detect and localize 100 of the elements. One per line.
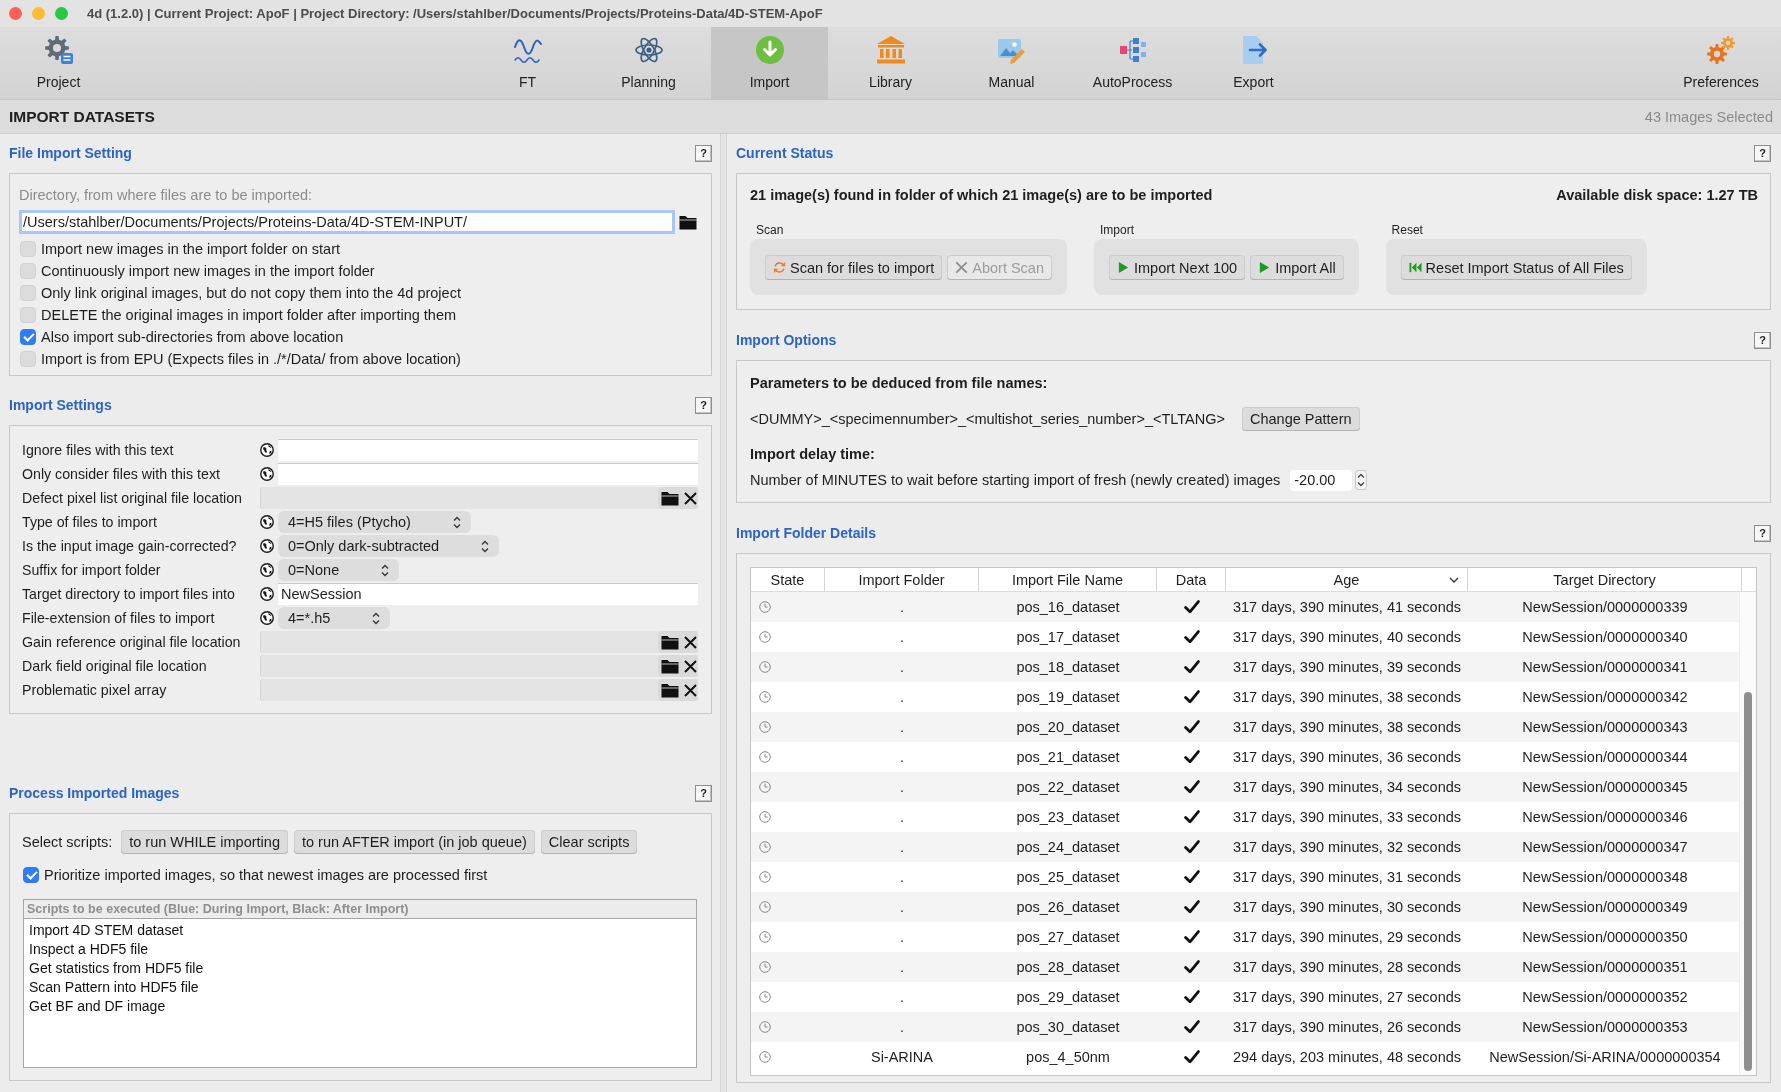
- toolbar-tab[interactable]: Project: [0, 27, 117, 99]
- folder-icon[interactable]: [661, 658, 679, 674]
- clear-scripts-button[interactable]: Clear scripts: [540, 829, 638, 854]
- updown-chevron-icon: [372, 611, 381, 625]
- close-icon[interactable]: [684, 683, 697, 697]
- number-field[interactable]: -20.00: [1290, 469, 1353, 491]
- table-cell-text: .: [899, 658, 905, 677]
- option-heading: Import delay time:: [750, 445, 876, 464]
- file-path-field[interactable]: [260, 631, 698, 653]
- list-item[interactable]: Get BF and DF image: [29, 997, 691, 1016]
- file-path-field[interactable]: [260, 487, 698, 509]
- table-cell-text: 317 days, 390 minutes, 29 seconds: [1231, 928, 1463, 947]
- table-cell-text: pos_24_dataset: [1015, 838, 1121, 857]
- clock-icon: [759, 871, 771, 883]
- toolbar-tab[interactable]: Export: [1195, 27, 1312, 99]
- path-field[interactable]: /Users/stahlber/Documents/Projects/Proteins-Data/4D-STEM-INPUT/: [19, 210, 675, 234]
- help-button[interactable]: ?: [695, 144, 712, 162]
- toolbar-tab[interactable]: Planning: [590, 27, 707, 99]
- table-cell-text: pos_27_dataset: [1015, 928, 1121, 947]
- gears-icon: [1706, 35, 1736, 65]
- folder-icon[interactable]: [661, 682, 679, 698]
- table-cell-text: NewSession/Si-ARINA/0000000354: [1488, 1048, 1722, 1067]
- column-header[interactable]: Import File Name: [979, 568, 1157, 591]
- folder-icon[interactable]: [661, 634, 679, 650]
- text-field[interactable]: NewSession: [278, 583, 698, 605]
- updown-chevron-icon: [381, 563, 390, 577]
- toolbar-tab[interactable]: Library: [832, 27, 949, 99]
- toolbar-tab[interactable]: FT: [469, 27, 586, 99]
- setting-label: Target directory to import files into: [22, 586, 236, 602]
- table-cell-text: .: [899, 838, 905, 857]
- checkbox[interactable]: [20, 329, 36, 345]
- list-item[interactable]: Inspect a HDF5 file: [29, 940, 691, 959]
- scan-button[interactable]: Scan for files to import: [765, 255, 943, 280]
- close-icon[interactable]: [684, 491, 697, 505]
- list-item[interactable]: Import 4D STEM dataset: [29, 921, 691, 940]
- dropdown[interactable]: 0=None: [278, 559, 400, 581]
- column-header[interactable]: Target Directory: [1468, 568, 1742, 591]
- table-cell-text: 317 days, 390 minutes, 38 seconds: [1231, 688, 1463, 707]
- column-header[interactable]: Import Folder: [825, 568, 979, 591]
- table-cell-text: .: [899, 808, 905, 827]
- table-cell-text: .: [899, 628, 905, 647]
- table-cell-text: NewSession/0000000349: [1521, 898, 1689, 917]
- text-field[interactable]: [278, 463, 698, 485]
- toolbar-tab[interactable]: Import: [711, 27, 828, 99]
- setting-label: Suffix for import folder: [22, 562, 162, 578]
- dropdown[interactable]: 4=H5 files (Ptycho): [278, 511, 471, 533]
- group-label: Scan: [755, 222, 785, 239]
- checkbox[interactable]: [23, 867, 39, 883]
- change-pattern-button[interactable]: Change Pattern: [1241, 407, 1360, 431]
- setting-label: Dark field original file location: [22, 658, 208, 674]
- import-button[interactable]: Import All: [1250, 255, 1344, 280]
- checkbox-label: Only link original images, but do not copy them into the 4d project: [41, 285, 461, 301]
- close-button[interactable]: [9, 7, 22, 20]
- dropdown[interactable]: 4=*.h5: [278, 607, 391, 629]
- group-label: Reset: [1390, 222, 1424, 239]
- close-icon[interactable]: [684, 635, 697, 649]
- help-button[interactable]: ?: [695, 784, 712, 802]
- column-header[interactable]: Age: [1226, 568, 1468, 591]
- table-cell-text: pos_16_dataset: [1015, 598, 1121, 617]
- toolbar-tab[interactable]: AutoProcess: [1074, 27, 1191, 99]
- column-header[interactable]: Data: [1157, 568, 1226, 591]
- table-cell-text: NewSession/0000000350: [1521, 928, 1689, 947]
- window-title: 4d (1.2.0) | Current Project: ApoF | Project Directory: /Users/stahlber/Documents/Projects/Proteins-Data/4D-STEM-ApoF: [87, 6, 823, 21]
- list-item[interactable]: Scan Pattern into HDF5 file: [29, 978, 691, 997]
- folder-icon[interactable]: [679, 214, 697, 230]
- scrollbar-thumb[interactable]: [1744, 692, 1752, 1071]
- help-button[interactable]: ?: [695, 396, 712, 414]
- toolbar-tab[interactable]: Preferences: [1661, 27, 1781, 99]
- file-path-field[interactable]: [260, 679, 698, 701]
- section-title: Import Settings: [9, 397, 112, 413]
- stepper-icon[interactable]: [1355, 470, 1368, 490]
- checkbox-label: Prioritize imported images, so that newest images are processed first: [44, 867, 488, 883]
- scrollbar-track[interactable]: [1739, 592, 1756, 1075]
- globe-icon: [260, 443, 274, 457]
- close-icon[interactable]: [684, 659, 697, 673]
- clock-icon: [759, 1051, 771, 1063]
- table-cell-text: NewSession/0000000341: [1521, 658, 1689, 677]
- table-cell-text: .: [899, 688, 905, 707]
- download-icon: [754, 35, 785, 65]
- toolbar-tab[interactable]: Manual: [953, 27, 1070, 99]
- dropdown[interactable]: 0=Only dark-subtracted: [278, 535, 500, 557]
- reset-button[interactable]: Reset Import Status of All Files: [1400, 255, 1632, 280]
- help-button[interactable]: ?: [1754, 331, 1771, 349]
- list-header: Scripts to be executed (Blue: During Import, Black: After Import): [23, 899, 697, 918]
- field-label: Directory, from where files are to be imported:: [19, 186, 314, 204]
- list-item[interactable]: Get statistics from HDF5 file: [29, 959, 691, 978]
- file-path-field[interactable]: [260, 655, 698, 677]
- clock-icon: [759, 961, 771, 973]
- import-button[interactable]: Import Next 100: [1109, 255, 1246, 280]
- text-field[interactable]: [278, 439, 698, 461]
- section-title: File Import Setting: [9, 145, 132, 161]
- help-button[interactable]: ?: [1754, 144, 1771, 162]
- folder-icon[interactable]: [661, 490, 679, 506]
- after-import-button[interactable]: to run AFTER import (in job queue): [293, 829, 535, 854]
- building-icon: [875, 35, 906, 65]
- while-import-button[interactable]: to run WHILE importing: [121, 829, 288, 854]
- column-header[interactable]: State: [751, 568, 825, 591]
- help-button[interactable]: ?: [1754, 524, 1771, 542]
- setting-label: Defect pixel list original file location: [22, 490, 243, 506]
- play-icon: [1117, 261, 1130, 274]
